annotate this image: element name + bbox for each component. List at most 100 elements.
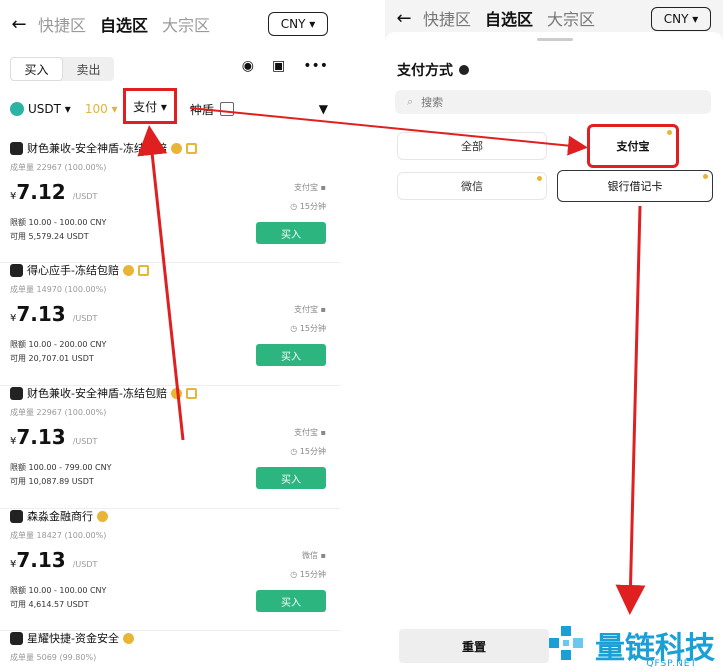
payment-method: 支付宝 ▪ — [294, 183, 326, 192]
buy-button[interactable]: 买入 — [256, 590, 326, 612]
price-value: 7.13 — [16, 425, 66, 449]
price-unit: /USDT — [72, 437, 98, 446]
merchant[interactable]: 星耀快捷-资金安全 — [10, 630, 134, 646]
merchant-name: 财色兼收-安全神盾-冻结包赔 — [27, 142, 167, 155]
shield-badge-icon — [137, 264, 149, 276]
filter-row: USDT ▾ 100 ▾ 支付 ▾ 神盾 ▼ — [10, 88, 328, 124]
back-arrow-icon[interactable]: ← — [385, 8, 423, 29]
merchant-avatar-icon — [10, 631, 23, 645]
back-arrow-icon[interactable]: ← — [0, 14, 38, 35]
left-screen: ← 快捷区 自选区 大宗区 CNY ▾ 买入 卖出 ◉ ▣ ••• USDT ▾… — [0, 0, 340, 671]
sheet-handle[interactable] — [537, 38, 573, 41]
sheet-title-text: 支付方式 — [397, 63, 453, 79]
payment-method-sheet: 支付方式 ⌕ 全部 支付宝 微信 银行借记卡 重置 — [385, 32, 723, 671]
tab-optional[interactable]: 自选区 — [100, 12, 148, 36]
order-stats: 成单量 22967 (100.00%) — [10, 163, 107, 172]
price: ¥7.12 /USDT — [10, 180, 97, 204]
merchant-name: 森淼金融商行 — [27, 510, 93, 523]
option-wechat[interactable]: 微信 — [397, 172, 547, 200]
option-bank-card[interactable]: 银行借记卡 — [557, 170, 713, 202]
shield-badge-icon — [185, 142, 197, 154]
merchant[interactable]: 得心应手-冻结包赔 — [10, 262, 149, 278]
price-unit: /USDT — [72, 560, 98, 569]
price: ¥7.13 /USDT — [10, 302, 97, 326]
payment-method: 支付宝 ▪ — [294, 305, 326, 314]
option-all[interactable]: 全部 — [397, 132, 547, 160]
option-dot-icon — [667, 130, 672, 135]
sheet-title: 支付方式 — [397, 60, 469, 80]
merchant[interactable]: 财色兼收-安全神盾-冻结包赔 — [10, 385, 197, 401]
payment-time: ◷ 15分钟 — [290, 324, 326, 333]
search-icon: ⌕ — [407, 95, 414, 108]
shield-checkbox[interactable] — [220, 102, 235, 116]
price: ¥7.13 /USDT — [10, 548, 97, 572]
option-alipay[interactable]: 支付宝 — [587, 124, 679, 168]
buy-toggle[interactable]: 买入 — [10, 57, 63, 81]
listing-card: 财色兼收-安全神盾-冻结包赔成单量 22967 (100.00%) ¥7.12 /… — [0, 140, 340, 263]
divider — [340, 0, 385, 671]
merchant[interactable]: 森淼金融商行 — [10, 508, 108, 524]
verified-badge-icon — [170, 387, 182, 399]
sell-toggle[interactable]: 卖出 — [63, 57, 114, 81]
payment-time: ◷ 15分钟 — [290, 570, 326, 579]
payment-time: ◷ 15分钟 — [290, 202, 326, 211]
verified-badge-icon — [122, 632, 134, 644]
buy-button[interactable]: 买入 — [256, 467, 326, 489]
price: ¥7.13 /USDT — [10, 425, 97, 449]
right-screen: ← 快捷区 自选区 大宗区 CNY ▾ 支付方式 ⌕ 全部 支付宝 微信 银行借… — [385, 0, 723, 671]
merchant[interactable]: 财色兼收-安全神盾-冻结包赔 — [10, 140, 197, 156]
limit: 限额 10.00 - 100.00 CNY — [10, 586, 107, 595]
option-wechat-label: 微信 — [461, 180, 483, 193]
watermark-logo-icon — [549, 626, 583, 660]
price-unit: /USDT — [72, 314, 98, 323]
tab-quick[interactable]: 快捷区 — [423, 6, 471, 30]
buy-button[interactable]: 买入 — [256, 222, 326, 244]
merchant-avatar-icon — [10, 386, 23, 400]
option-alipay-label: 支付宝 — [616, 140, 650, 153]
more-icon[interactable]: ••• — [303, 58, 328, 74]
payment-time: ◷ 15分钟 — [290, 447, 326, 456]
buy-sell-toggle: 买入 卖出 — [10, 57, 114, 81]
listing-card: 森淼金融商行 成单量 18427 (100.00%) ¥7.13 /USDT 限额 1… — [0, 508, 340, 631]
usdt-icon — [10, 102, 24, 116]
shield-badge-icon — [185, 387, 197, 399]
limit: 限额 10.00 - 200.00 CNY — [10, 340, 107, 349]
option-bank-label: 银行借记卡 — [607, 180, 663, 193]
tab-bulk[interactable]: 大宗区 — [547, 6, 595, 30]
buy-button[interactable]: 买入 — [256, 344, 326, 366]
merchant-avatar-icon — [10, 263, 23, 277]
listing-card: 星耀快捷-资金安全成单量 5069 (99.80%) — [0, 630, 340, 671]
payment-filter[interactable]: 支付 ▾ — [123, 88, 177, 124]
coin-label: USDT ▾ — [28, 102, 71, 116]
info-icon[interactable] — [459, 65, 469, 75]
tab-bulk[interactable]: 大宗区 — [162, 12, 210, 36]
option-dot-icon — [703, 174, 708, 179]
payment-method: 微信 ▪ — [302, 551, 326, 560]
watermark: 量链科技 QFSP.NET — [547, 623, 715, 669]
amount-select[interactable]: 100 ▾ — [85, 102, 118, 116]
shield-label: 神盾 — [190, 102, 215, 117]
search-input[interactable] — [419, 94, 624, 110]
currency-select[interactable]: CNY ▾ — [268, 12, 328, 36]
shield-filter[interactable]: 神盾 — [190, 101, 235, 118]
verified-badge-icon — [97, 510, 108, 522]
currency-select[interactable]: CNY ▾ — [651, 7, 711, 31]
available: 可用 5,579.24 USDT — [10, 232, 89, 241]
payment-method: 支付宝 ▪ — [294, 428, 326, 437]
filter-funnel-icon[interactable]: ▼ — [319, 102, 328, 116]
merchant-avatar-icon — [10, 509, 23, 523]
tab-optional[interactable]: 自选区 — [485, 6, 533, 30]
order-stats: 成单量 14970 (100.00%) — [10, 285, 107, 294]
orders-icon[interactable]: ▣ — [272, 58, 285, 74]
reset-button[interactable]: 重置 — [399, 629, 549, 663]
merchant-name: 星耀快捷-资金安全 — [27, 632, 119, 645]
notification-icon[interactable]: ◉ — [242, 58, 254, 74]
listing-card: 财色兼收-安全神盾-冻结包赔 成单量 22967 (100.00%) ¥7.13 /… — [0, 385, 340, 509]
available: 可用 20,707.01 USDT — [10, 354, 94, 363]
available: 可用 4,614.57 USDT — [10, 600, 89, 609]
price-unit: /USDT — [72, 192, 98, 201]
tab-quick[interactable]: 快捷区 — [38, 12, 86, 36]
coin-select[interactable]: USDT ▾ — [10, 102, 71, 116]
order-stats: 成单量 5069 (99.80%) — [10, 653, 97, 662]
search-box[interactable]: ⌕ — [395, 90, 711, 114]
